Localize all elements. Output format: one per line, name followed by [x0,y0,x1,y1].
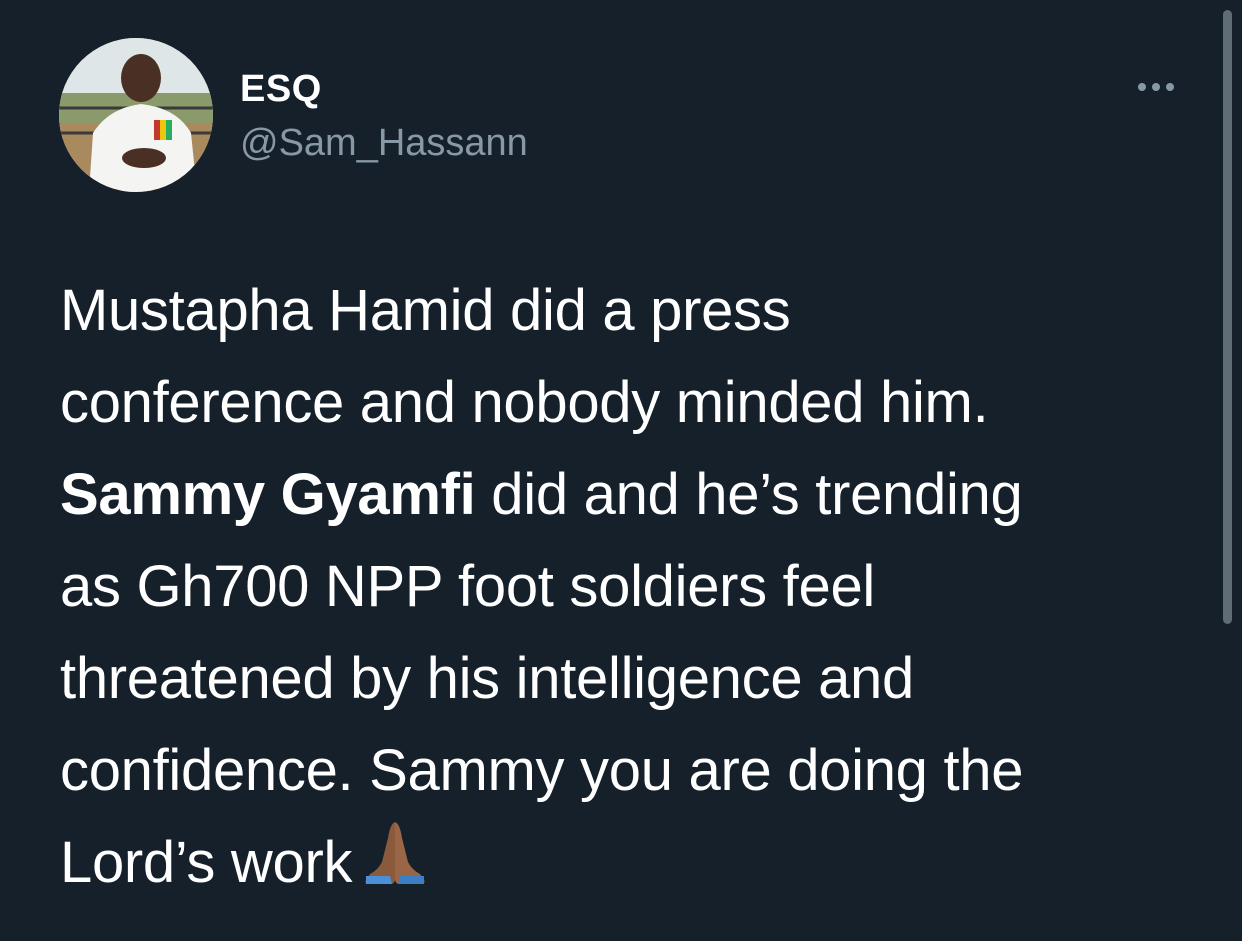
tweet-line: Mustapha Hamid did a press [60,278,791,343]
tweet-line: threatened by his intelligence and [60,646,914,711]
tweet-line-text: Lord’s work [60,830,353,895]
avatar-photo [59,38,213,192]
tweet-line: confidence. Sammy you are doing the [60,738,1024,803]
more-dot [1166,83,1174,91]
tweet-bold-name: Sammy Gyamfi [60,462,476,527]
folded-hands-emoji-icon [360,818,430,913]
tweet-line: Lord’s work [60,817,1180,913]
tweet-line: as Gh700 NPP foot soldiers feel [60,554,875,619]
more-horizontal-icon [1138,83,1146,91]
author-display-name[interactable]: ESQ [240,67,322,111]
tweet-line: Sammy Gyamfi did and he’s trending [60,449,1180,541]
tweet-line-rest: did and he’s trending [475,462,1023,527]
tweet-text: Mustapha Hamid did a press conference an… [60,265,1180,913]
author-handle[interactable]: @Sam_Hassann [240,121,528,165]
more-dot [1152,83,1160,91]
tweet-card: ESQ @Sam_Hassann Mustapha Hamid did a pr… [0,0,1242,941]
avatar[interactable] [59,38,213,192]
scrollbar[interactable] [1223,10,1232,624]
more-options-button[interactable] [1128,72,1184,102]
tweet-line: conference and nobody minded him. [60,370,989,435]
